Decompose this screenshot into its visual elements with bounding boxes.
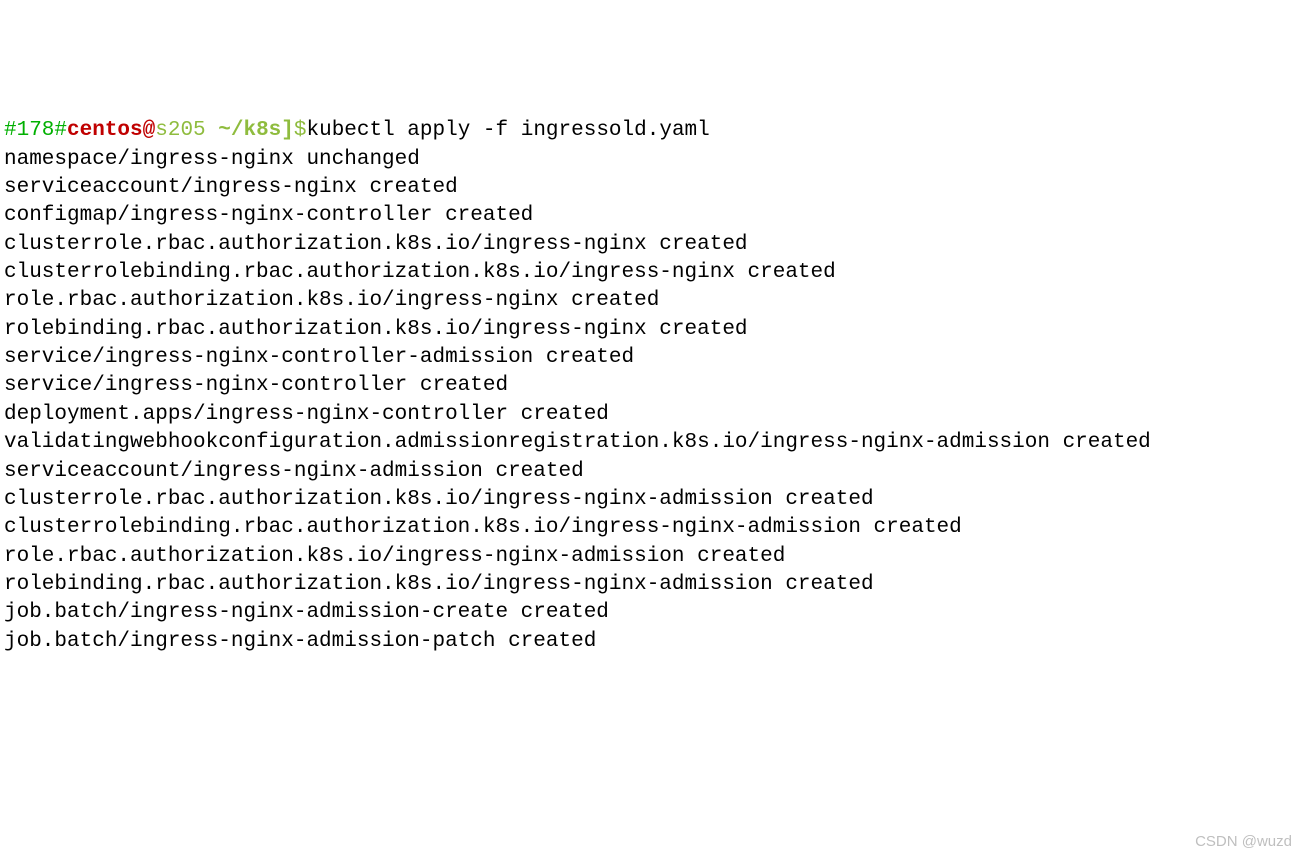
prompt-host: s205 [155,119,205,142]
output-line: role.rbac.authorization.k8s.io/ingress-n… [4,287,1306,315]
output-line: namespace/ingress-nginx unchanged [4,146,1306,174]
output-line: job.batch/ingress-nginx-admission-patch … [4,628,1306,656]
output-line: service/ingress-nginx-controller created [4,372,1306,400]
output-line: rolebinding.rbac.authorization.k8s.io/in… [4,571,1306,599]
terminal-area[interactable]: #178#centos@s205 ~/k8s]$kubectl apply -f… [4,117,1306,656]
output-line: service/ingress-nginx-controller-admissi… [4,344,1306,372]
prompt-dollar: $ [294,119,307,142]
output-line: configmap/ingress-nginx-controller creat… [4,202,1306,230]
output-line: deployment.apps/ingress-nginx-controller… [4,401,1306,429]
output-line: rolebinding.rbac.authorization.k8s.io/in… [4,316,1306,344]
prompt-path: ~/k8s] [206,119,294,142]
output-line: serviceaccount/ingress-nginx-admission c… [4,458,1306,486]
prompt-counter: #178# [4,119,67,142]
prompt-line: #178#centos@s205 ~/k8s]$kubectl apply -f… [4,117,1306,145]
output-line: job.batch/ingress-nginx-admission-create… [4,599,1306,627]
output-line: serviceaccount/ingress-nginx created [4,174,1306,202]
watermark-text: CSDN @wuzd [1195,832,1292,852]
prompt-user: centos@ [67,119,155,142]
output-line: clusterrole.rbac.authorization.k8s.io/in… [4,486,1306,514]
output-line: clusterrole.rbac.authorization.k8s.io/in… [4,231,1306,259]
command-text: kubectl apply -f ingressold.yaml [306,119,709,142]
output-line: clusterrolebinding.rbac.authorization.k8… [4,259,1306,287]
output-line: validatingwebhookconfiguration.admission… [4,429,1306,457]
output-line: clusterrolebinding.rbac.authorization.k8… [4,514,1306,542]
